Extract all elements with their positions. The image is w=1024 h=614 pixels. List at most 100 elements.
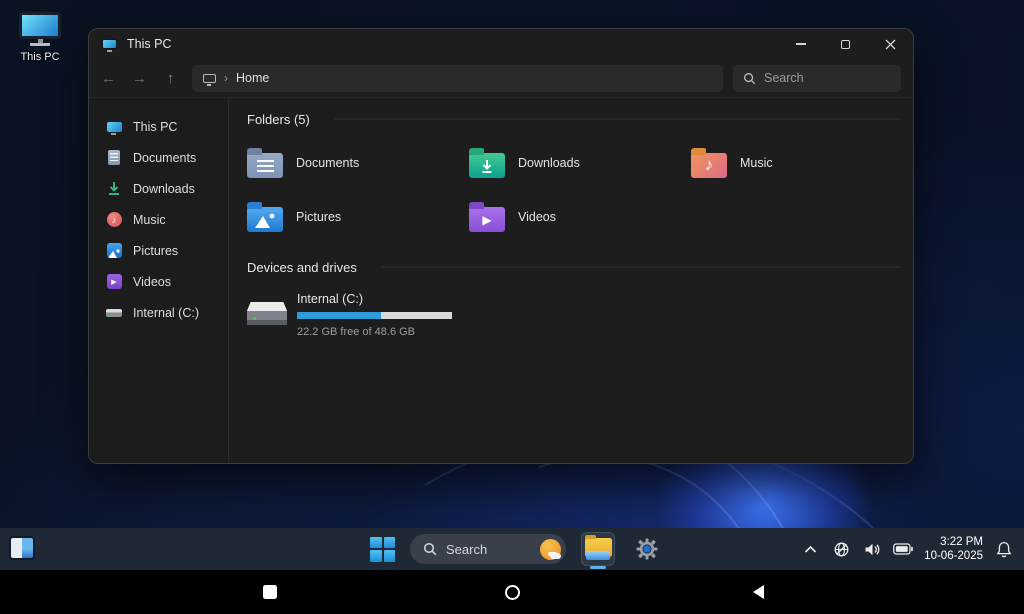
taskbar-search[interactable]	[410, 534, 566, 564]
explorer-search-input[interactable]	[764, 71, 874, 85]
folder-tile-pictures[interactable]: Pictures	[247, 198, 469, 236]
this-pc-icon	[102, 39, 117, 49]
pictures-folder-icon	[247, 207, 283, 232]
address-bar[interactable]: › Home	[192, 65, 723, 92]
home-circle-icon	[505, 585, 520, 600]
back-triangle-icon	[751, 584, 766, 600]
sidebar-item-pictures[interactable]: Pictures	[89, 235, 228, 266]
devices-section-header: Devices and drives	[247, 258, 901, 276]
close-icon	[885, 39, 896, 50]
android-recents-button[interactable]	[248, 570, 292, 614]
taskbar: 3:22 PM 10-06-2025	[0, 528, 1024, 570]
search-icon	[743, 72, 756, 85]
android-home-button[interactable]	[490, 570, 534, 614]
sidebar-item-this-pc[interactable]: This PC	[89, 111, 228, 142]
drive-usage-bar	[297, 312, 452, 319]
sidebar-item-label: Internal (C:)	[133, 306, 199, 320]
up-button[interactable]: ↑	[155, 64, 186, 92]
weather-icon	[540, 539, 561, 560]
minimize-icon	[796, 43, 806, 45]
gear-icon	[635, 537, 659, 561]
downloads-icon	[106, 181, 122, 197]
folder-label: Videos	[518, 210, 556, 224]
folder-tile-documents[interactable]: Documents	[247, 144, 469, 182]
navigation-bar: ← → ↑ › Home	[89, 59, 913, 97]
music-folder-icon: ♪	[691, 153, 727, 178]
sidebar-item-label: Pictures	[133, 244, 178, 258]
tray-expand-button[interactable]	[800, 539, 820, 559]
music-icon: ♪	[106, 212, 122, 228]
back-button[interactable]: ←	[93, 64, 124, 92]
sidebar-item-documents[interactable]: Documents	[89, 142, 228, 173]
section-divider	[381, 266, 901, 268]
minimize-button[interactable]	[778, 29, 823, 59]
videos-folder-icon: ▶	[469, 207, 505, 232]
drive-usage-fill	[297, 312, 381, 319]
content-pane: Folders (5) Documents	[229, 98, 913, 463]
section-divider	[334, 118, 901, 120]
taskbar-settings-button[interactable]	[630, 532, 664, 566]
drive-capacity-text: 22.2 GB free of 48.6 GB	[297, 326, 452, 338]
desktop-icon-this-pc[interactable]: This PC	[8, 12, 72, 63]
sidebar-item-label: Music	[133, 213, 166, 227]
folders-section-title: Folders (5)	[247, 112, 310, 127]
chevron-right-icon: ›	[224, 71, 228, 85]
sidebar-item-label: Downloads	[133, 182, 195, 196]
battery-icon	[893, 543, 913, 555]
sidebar-item-downloads[interactable]: Downloads	[89, 173, 228, 204]
sidebar-item-music[interactable]: ♪ Music	[89, 204, 228, 235]
notifications-button[interactable]	[994, 539, 1014, 559]
this-pc-icon	[203, 74, 216, 83]
hard-drive-icon	[247, 302, 287, 325]
folder-label: Pictures	[296, 210, 341, 224]
file-explorer-icon	[585, 538, 612, 560]
documents-icon	[106, 150, 122, 166]
folders-section-header: Folders (5)	[247, 110, 901, 128]
screen: This PC This PC ← → ↑ › H	[0, 0, 1024, 614]
start-button[interactable]	[370, 537, 395, 562]
maximize-icon	[841, 40, 850, 49]
close-button[interactable]	[868, 29, 913, 59]
folder-tile-videos[interactable]: ▶ Videos	[469, 198, 691, 236]
sidebar-item-label: This PC	[133, 120, 177, 134]
tray-date: 10-06-2025	[924, 549, 983, 563]
maximize-button[interactable]	[823, 29, 868, 59]
tray-clock[interactable]: 3:22 PM 10-06-2025	[924, 535, 983, 564]
drive-name: Internal (C:)	[297, 292, 452, 306]
android-navigation-bar	[0, 570, 1024, 614]
folder-label: Downloads	[518, 156, 580, 170]
tray-time: 3:22 PM	[924, 535, 983, 549]
title-bar[interactable]: This PC	[89, 29, 913, 59]
sidebar-item-label: Videos	[133, 275, 171, 289]
split-window-icon[interactable]	[9, 536, 35, 560]
forward-button[interactable]: →	[124, 64, 155, 92]
network-button[interactable]	[831, 539, 851, 559]
taskbar-file-explorer-button[interactable]	[581, 532, 615, 566]
folder-tile-downloads[interactable]: Downloads	[469, 144, 691, 182]
devices-section-title: Devices and drives	[247, 260, 357, 275]
folder-tile-music[interactable]: ♪ Music	[691, 144, 901, 182]
speaker-icon	[864, 542, 881, 557]
sidebar-item-internal-c[interactable]: Internal (C:)	[89, 297, 228, 328]
sidebar-item-label: Documents	[133, 151, 196, 165]
bell-icon	[996, 541, 1012, 558]
sidebar-item-videos[interactable]: ▶ Videos	[89, 266, 228, 297]
explorer-search-box[interactable]	[733, 65, 901, 92]
volume-button[interactable]	[862, 539, 882, 559]
battery-button[interactable]	[893, 539, 913, 559]
folders-grid: Documents Downloads ♪ Music	[247, 144, 901, 236]
drive-icon	[106, 305, 122, 321]
taskbar-search-input[interactable]	[446, 542, 522, 557]
window-title: This PC	[127, 37, 171, 51]
search-icon	[423, 542, 437, 556]
videos-icon: ▶	[106, 274, 122, 290]
android-back-button[interactable]	[736, 570, 780, 614]
file-explorer-window: This PC ← → ↑ › Home	[88, 28, 914, 464]
this-pc-icon	[8, 12, 72, 46]
this-pc-icon	[106, 119, 122, 135]
drive-tile-internal-c[interactable]: Internal (C:) 22.2 GB free of 48.6 GB	[247, 292, 901, 338]
desktop-icon-label: This PC	[8, 51, 72, 63]
breadcrumb-location[interactable]: Home	[236, 71, 269, 85]
folder-label: Documents	[296, 156, 359, 170]
pictures-icon	[106, 243, 122, 259]
